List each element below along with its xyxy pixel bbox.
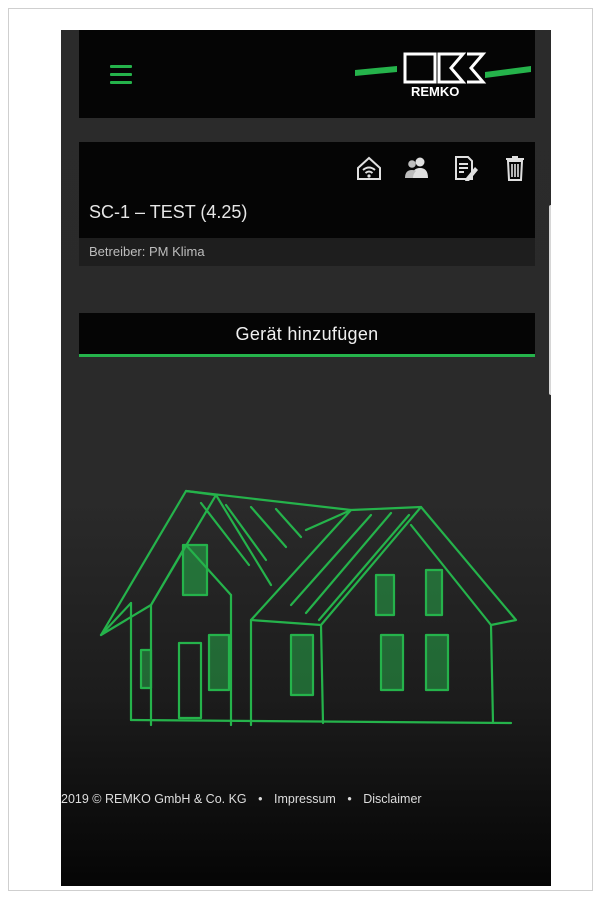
disclaimer-link[interactable]: Disclaimer — [363, 792, 421, 806]
trash-icon[interactable] — [501, 154, 529, 182]
edit-document-icon[interactable] — [451, 154, 479, 182]
footer-separator: • — [258, 792, 263, 806]
device-title: SC-1 – TEST (4.25) — [89, 202, 248, 222]
device-card[interactable]: SC-1 – TEST (4.25) Betreiber: PM Klima — [79, 142, 535, 266]
menu-icon[interactable] — [110, 65, 132, 85]
operator-label: Betreiber: PM Klima — [79, 238, 535, 266]
footer: 2019 © REMKO GmbH & Co. KG • Impressum •… — [61, 792, 551, 806]
house-illustration — [99, 489, 518, 727]
users-icon[interactable] — [403, 154, 431, 182]
app-screen: REMKO SC-1 – TEST (4.25) Betreiber: PM K… — [61, 30, 551, 886]
add-device-button[interactable]: Gerät hinzufügen — [79, 313, 535, 357]
copyright-text: 2019 © REMKO GmbH & Co. KG — [61, 792, 247, 806]
impressum-link[interactable]: Impressum — [274, 792, 336, 806]
remko-logo: REMKO — [355, 52, 531, 99]
footer-separator: • — [347, 792, 352, 806]
wifi-home-icon[interactable] — [355, 154, 383, 182]
scrollbar[interactable] — [549, 205, 551, 395]
logo-text: REMKO — [411, 84, 459, 99]
top-bar: REMKO — [79, 30, 535, 118]
